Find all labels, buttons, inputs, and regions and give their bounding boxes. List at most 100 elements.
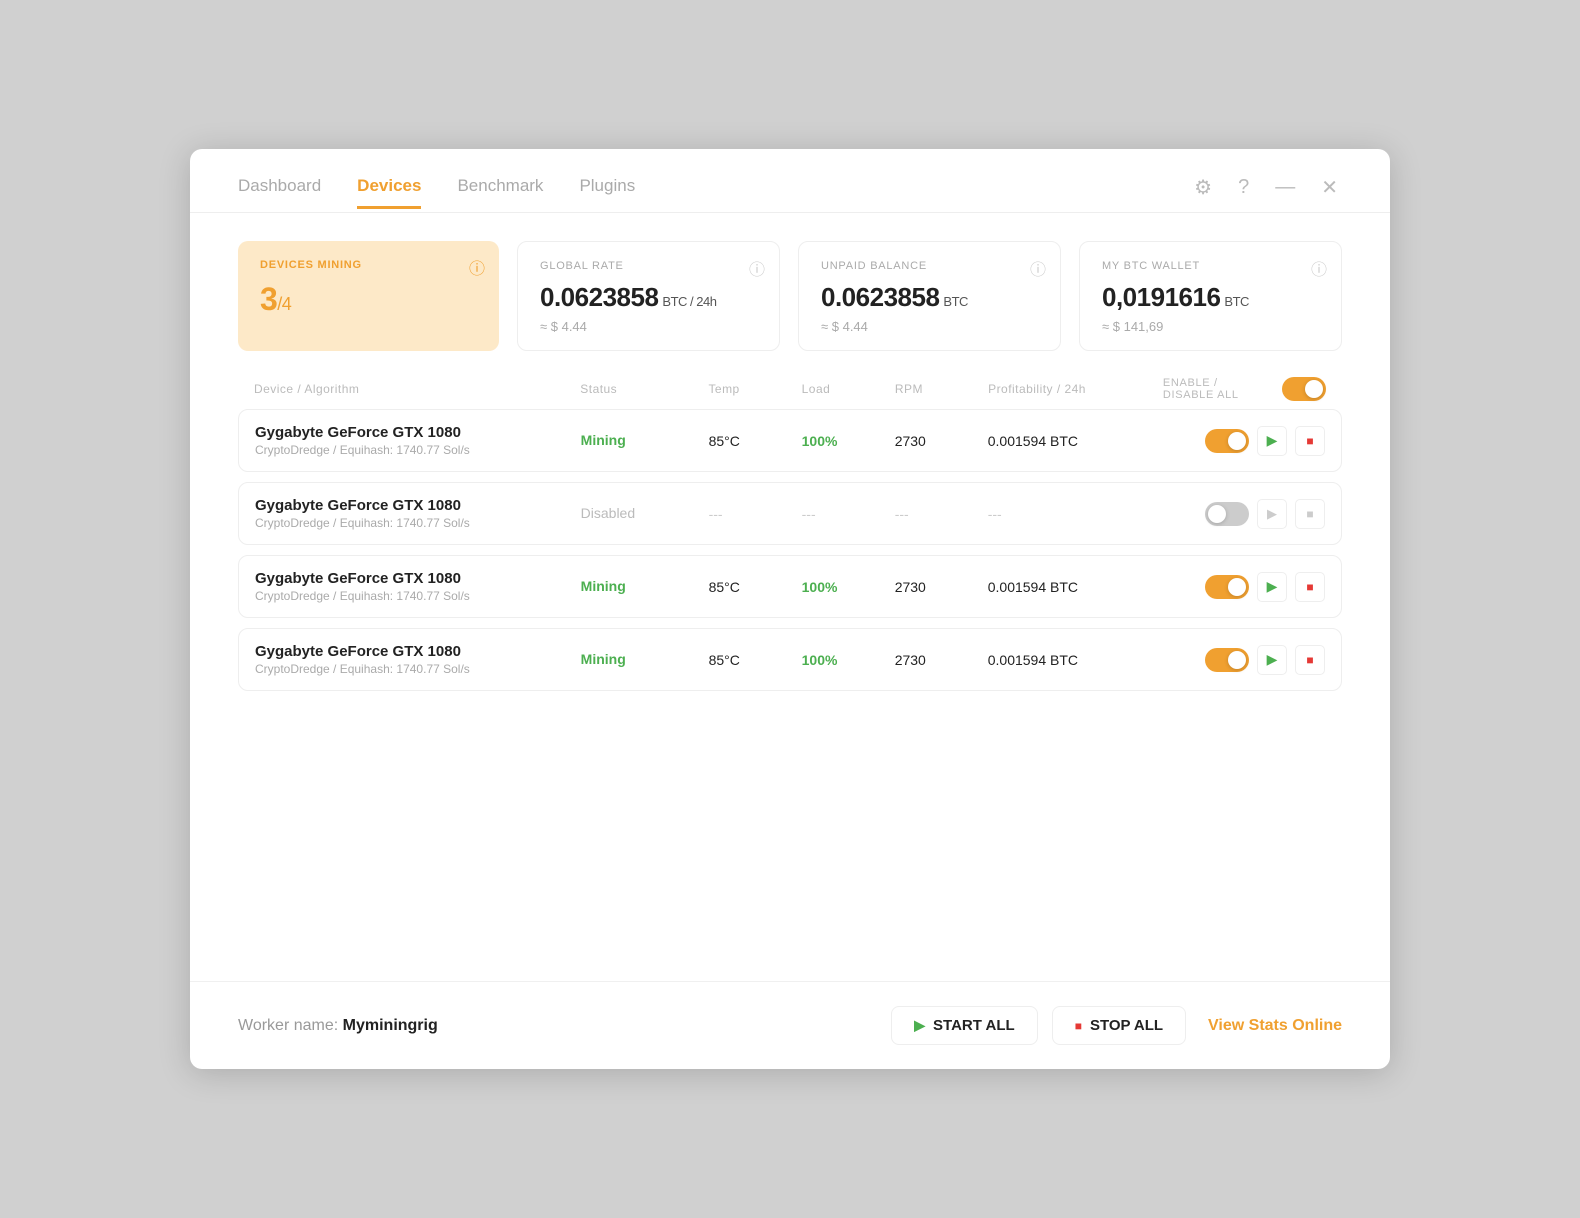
device-algo-3: CryptoDredge / Equihash: 1740.77 Sol/s: [255, 662, 581, 676]
col-header-status: Status: [580, 382, 708, 396]
global-rate-label: GLOBAL RATE: [540, 260, 757, 272]
rpm-1: ---: [895, 506, 988, 522]
table-header: Device / Algorithm Status Temp Load RPM …: [238, 369, 1342, 409]
device-info-1: Gygabyte GeForce GTX 1080 CryptoDredge /…: [255, 497, 581, 530]
col-header-load: Load: [802, 382, 895, 396]
play-btn-0[interactable]: ▶: [1257, 426, 1287, 456]
global-rate-value: 0.0623858BTC / 24h: [540, 282, 757, 313]
footer: Worker name: Myminingrig ▶ START ALL ■ S…: [190, 981, 1390, 1069]
devices-mining-label: DEVICES MINING: [260, 259, 477, 271]
device-algo-2: CryptoDredge / Equihash: 1740.77 Sol/s: [255, 589, 581, 603]
info-icon-global[interactable]: ⓘ: [749, 256, 765, 280]
profit-2: 0.001594 BTC: [988, 579, 1162, 595]
unpaid-balance-label: UNPAID BALANCE: [821, 260, 1038, 272]
stats-row: ⓘ DEVICES MINING 3/4 ⓘ GLOBAL RATE 0.062…: [190, 213, 1390, 369]
close-icon[interactable]: ✕: [1317, 173, 1342, 202]
btc-wallet-sub: ≈ $ 141,69: [1102, 319, 1319, 334]
stop-btn-1[interactable]: ■: [1295, 499, 1325, 529]
load-0: 100%: [802, 433, 895, 449]
device-algo-1: CryptoDredge / Equihash: 1740.77 Sol/s: [255, 516, 581, 530]
worker-name: Myminingrig: [343, 1017, 438, 1034]
play-btn-3[interactable]: ▶: [1257, 645, 1287, 675]
btc-wallet-label: MY BTC WALLET: [1102, 260, 1319, 272]
profit-3: 0.001594 BTC: [988, 652, 1162, 668]
unpaid-balance-value: 0.0623858BTC: [821, 282, 1038, 313]
nav-plugins[interactable]: Plugins: [579, 176, 635, 209]
col-header-actions: ENABLE / DISABLE ALL: [1163, 377, 1326, 401]
nav-dashboard[interactable]: Dashboard: [238, 176, 321, 209]
col-header-device: Device / Algorithm: [254, 382, 580, 396]
load-3: 100%: [802, 652, 895, 668]
info-icon-wallet[interactable]: ⓘ: [1311, 256, 1327, 280]
table-row: Gygabyte GeForce GTX 1080 CryptoDredge /…: [238, 555, 1342, 618]
view-stats-button[interactable]: View Stats Online: [1208, 1017, 1342, 1035]
row-actions-0: ▶ ■: [1162, 426, 1325, 456]
settings-icon[interactable]: ⚙: [1190, 173, 1216, 202]
row-actions-2: ▶ ■: [1162, 572, 1325, 602]
app-window: Dashboard Devices Benchmark Plugins ⚙ ? …: [190, 149, 1390, 1069]
table-row: Gygabyte GeForce GTX 1080 CryptoDredge /…: [238, 409, 1342, 472]
profit-1: ---: [988, 506, 1162, 522]
start-all-button[interactable]: ▶ START ALL: [891, 1006, 1037, 1045]
status-0: Mining: [581, 432, 709, 450]
temp-3: 85°C: [709, 652, 802, 668]
status-3: Mining: [581, 651, 709, 669]
device-name-1: Gygabyte GeForce GTX 1080: [255, 497, 581, 514]
worker-label: Worker name: Myminingrig: [238, 1017, 438, 1035]
temp-1: ---: [709, 506, 802, 522]
rpm-0: 2730: [895, 433, 988, 449]
toggle-0[interactable]: [1205, 429, 1249, 453]
toggle-1[interactable]: [1205, 502, 1249, 526]
stat-global-rate: ⓘ GLOBAL RATE 0.0623858BTC / 24h ≈ $ 4.4…: [517, 241, 780, 351]
temp-2: 85°C: [709, 579, 802, 595]
nav-devices[interactable]: Devices: [357, 176, 421, 209]
load-2: 100%: [802, 579, 895, 595]
nav-benchmark[interactable]: Benchmark: [457, 176, 543, 209]
devices-table: Device / Algorithm Status Temp Load RPM …: [190, 369, 1390, 969]
profit-0: 0.001594 BTC: [988, 433, 1162, 449]
start-all-icon: ▶: [914, 1017, 925, 1034]
row-actions-1: ▶ ■: [1162, 499, 1325, 529]
stop-all-icon: ■: [1075, 1019, 1082, 1033]
btc-wallet-value: 0,0191616BTC: [1102, 282, 1319, 313]
start-all-label: START ALL: [933, 1017, 1015, 1034]
devices-mining-value: 3/4: [260, 281, 477, 318]
help-icon[interactable]: ?: [1234, 174, 1253, 201]
row-actions-3: ▶ ■: [1162, 645, 1325, 675]
device-algo-0: CryptoDredge / Equihash: 1740.77 Sol/s: [255, 443, 581, 457]
minimize-icon[interactable]: —: [1271, 174, 1299, 201]
stop-btn-0[interactable]: ■: [1295, 426, 1325, 456]
info-icon-devices[interactable]: ⓘ: [469, 255, 485, 279]
window-controls: ⚙ ? — ✕: [1190, 173, 1342, 212]
stop-btn-3[interactable]: ■: [1295, 645, 1325, 675]
device-name-0: Gygabyte GeForce GTX 1080: [255, 424, 581, 441]
device-info-2: Gygabyte GeForce GTX 1080 CryptoDredge /…: [255, 570, 581, 603]
play-btn-1[interactable]: ▶: [1257, 499, 1287, 529]
nav-bar: Dashboard Devices Benchmark Plugins ⚙ ? …: [190, 149, 1390, 212]
toggle-3[interactable]: [1205, 648, 1249, 672]
temp-0: 85°C: [709, 433, 802, 449]
table-row: Gygabyte GeForce GTX 1080 CryptoDredge /…: [238, 482, 1342, 545]
col-header-temp: Temp: [708, 382, 801, 396]
status-1: Disabled: [581, 505, 709, 523]
enable-all-label: ENABLE / DISABLE ALL: [1163, 377, 1268, 401]
play-btn-2[interactable]: ▶: [1257, 572, 1287, 602]
stop-all-button[interactable]: ■ STOP ALL: [1052, 1006, 1186, 1045]
col-header-rpm: RPM: [895, 382, 988, 396]
enable-all-toggle[interactable]: [1282, 377, 1326, 401]
footer-actions: ▶ START ALL ■ STOP ALL View Stats Online: [891, 1006, 1342, 1045]
device-name-3: Gygabyte GeForce GTX 1080: [255, 643, 581, 660]
status-2: Mining: [581, 578, 709, 596]
device-info-0: Gygabyte GeForce GTX 1080 CryptoDredge /…: [255, 424, 581, 457]
toggle-2[interactable]: [1205, 575, 1249, 599]
info-icon-unpaid[interactable]: ⓘ: [1030, 256, 1046, 280]
stat-unpaid-balance: ⓘ UNPAID BALANCE 0.0623858BTC ≈ $ 4.44: [798, 241, 1061, 351]
unpaid-balance-sub: ≈ $ 4.44: [821, 319, 1038, 334]
table-row: Gygabyte GeForce GTX 1080 CryptoDredge /…: [238, 628, 1342, 691]
stop-all-label: STOP ALL: [1090, 1017, 1163, 1034]
stat-btc-wallet: ⓘ MY BTC WALLET 0,0191616BTC ≈ $ 141,69: [1079, 241, 1342, 351]
stop-btn-2[interactable]: ■: [1295, 572, 1325, 602]
rpm-3: 2730: [895, 652, 988, 668]
device-name-2: Gygabyte GeForce GTX 1080: [255, 570, 581, 587]
col-header-profit: Profitability / 24h: [988, 382, 1163, 396]
